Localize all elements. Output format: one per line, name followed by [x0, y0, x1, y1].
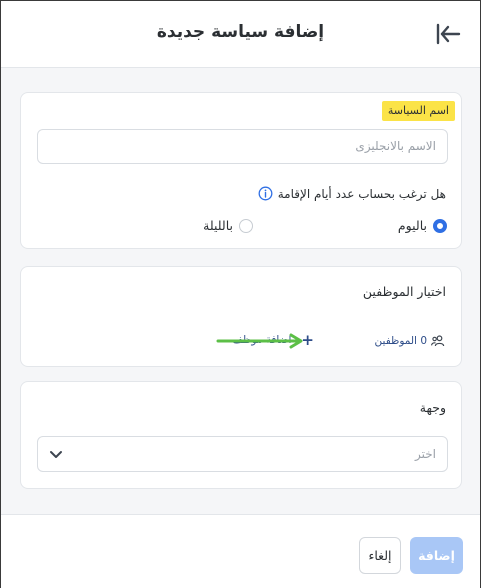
- modal-header: إضافة سياسة جديدة: [1, 1, 480, 68]
- radio-per-day-label: باليوم: [397, 218, 427, 233]
- chevron-down-icon: [50, 451, 62, 458]
- green-arrow-annotation-icon: [216, 333, 303, 349]
- destination-card: وجهة اختر: [20, 381, 462, 489]
- info-icon[interactable]: [258, 186, 273, 201]
- radio-per-day[interactable]: باليوم: [398, 218, 447, 233]
- destination-select[interactable]: اختر: [37, 436, 448, 472]
- radio-per-night[interactable]: بالليلة: [203, 218, 253, 233]
- add-button[interactable]: إضافة: [410, 537, 463, 574]
- stay-calculation-question: هل ترغب بحساب عدد أيام الإقامة: [258, 186, 446, 201]
- policy-name-placeholder: الاسم بالانجليزى: [355, 139, 436, 153]
- modal-footer: إضافة إلغاء: [1, 514, 480, 588]
- radio-per-night-control[interactable]: [239, 218, 253, 233]
- policy-name-input[interactable]: الاسم بالانجليزى: [37, 129, 448, 164]
- employees-card: اختيار الموظفين 0 الموظفين + اضافة موظف: [20, 266, 462, 367]
- policy-card: اسم السياسة الاسم بالانجليزى هل ترغب بحس…: [20, 92, 462, 249]
- collapse-arrow-icon[interactable]: [435, 21, 461, 47]
- employees-title: اختيار الموظفين: [362, 284, 446, 299]
- policy-name-label: اسم السياسة: [381, 101, 455, 121]
- destination-title: وجهة: [419, 400, 446, 415]
- destination-placeholder: اختر: [415, 447, 436, 461]
- cancel-button[interactable]: إلغاء: [359, 537, 401, 574]
- employees-count: 0 الموظفين: [375, 335, 445, 347]
- page-title: إضافة سياسة جديدة: [156, 22, 325, 42]
- radio-per-day-control[interactable]: [433, 218, 447, 233]
- employees-count-text: 0 الموظفين: [374, 335, 427, 347]
- modal-dialog: إضافة سياسة جديدة اسم السياسة الاسم بالا…: [0, 0, 481, 588]
- radio-per-night-label: بالليلة: [203, 218, 233, 233]
- question-text: هل ترغب بحساب عدد أيام الإقامة: [277, 186, 446, 201]
- users-icon: [431, 335, 445, 347]
